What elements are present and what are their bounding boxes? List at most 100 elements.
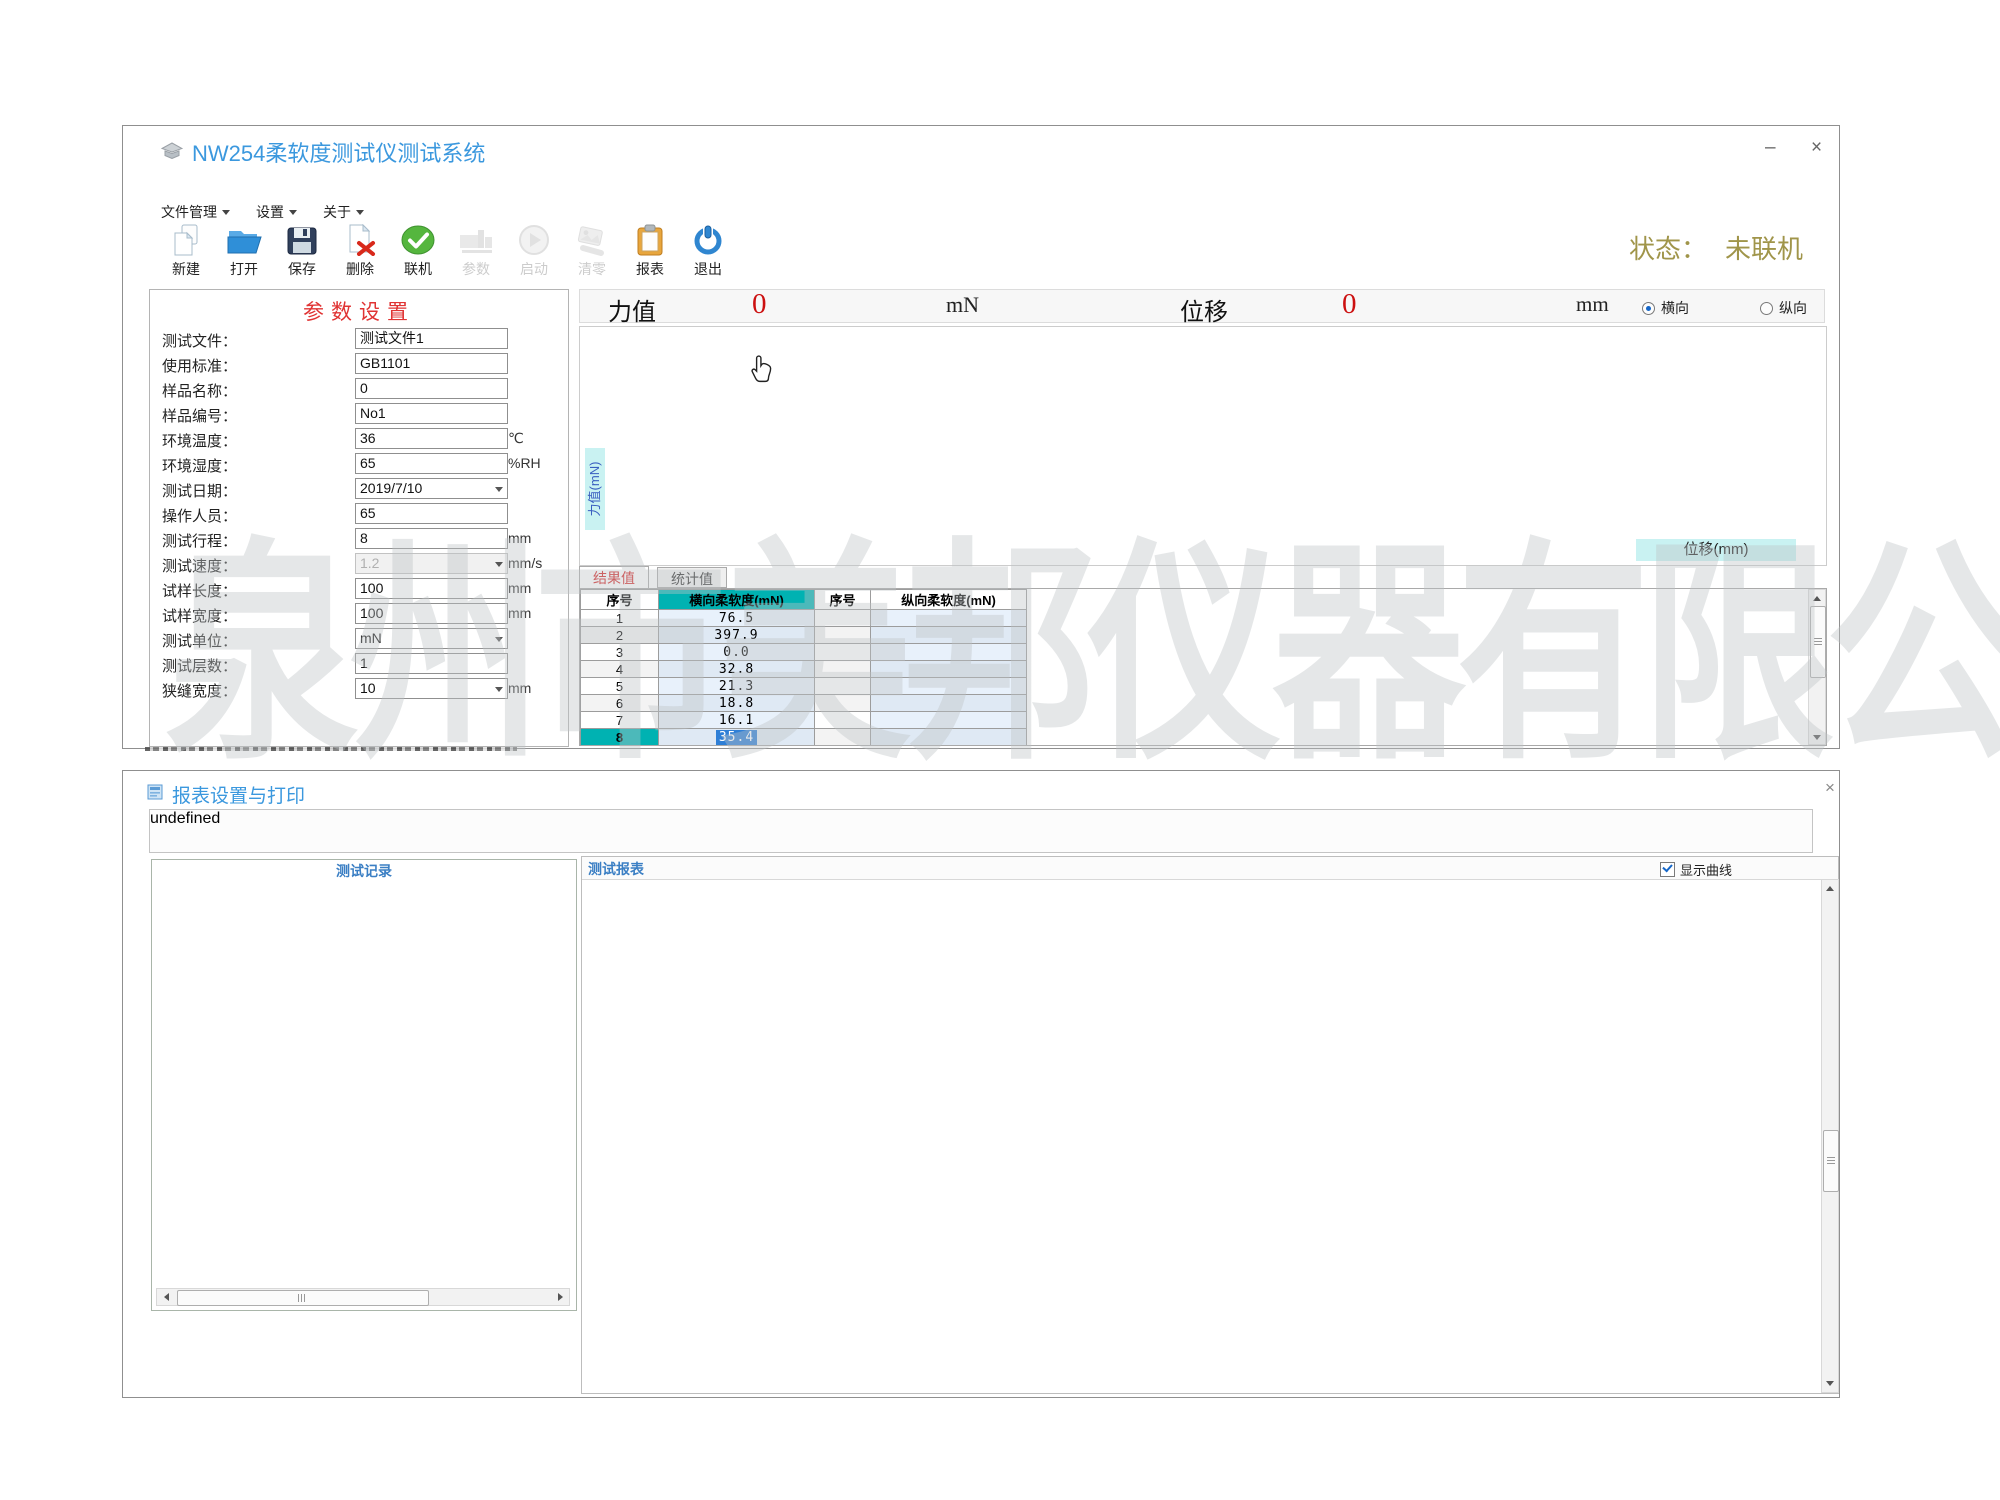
param-input-5[interactable]: 65 xyxy=(355,453,508,474)
toolbar-button-clear: 清零 xyxy=(563,224,621,279)
scrollbar-thumb[interactable] xyxy=(1810,606,1826,678)
param-input-4[interactable]: 36 xyxy=(355,428,508,449)
param-row: 测试文件： 测试文件1 xyxy=(150,326,568,351)
param-label: 狭缝宽度： xyxy=(162,683,238,700)
scroll-down-icon[interactable] xyxy=(1826,1380,1834,1386)
results-row[interactable]: 4 32.8 xyxy=(580,660,1027,678)
chevron-down-icon xyxy=(495,487,503,492)
toolbar-button-connect[interactable]: 联机 xyxy=(389,224,447,279)
param-row: 测试层数： 1 xyxy=(150,651,568,676)
results-row[interactable]: 2 397.9 xyxy=(580,626,1027,644)
results-row[interactable]: 932.2 xyxy=(581,746,1027,747)
results-scrollbar[interactable] xyxy=(1808,589,1826,745)
param-unit: mm xyxy=(508,580,532,596)
results-row[interactable]: 3 0.0 xyxy=(580,643,1027,661)
tab-results-label: 结果值 xyxy=(593,570,635,586)
status-value: 未联机 xyxy=(1724,235,1803,264)
param-input-8[interactable]: 8 xyxy=(355,528,508,549)
param-input-10[interactable]: 100 xyxy=(355,578,508,599)
param-row: 环境湿度： 65 %RH xyxy=(150,451,568,476)
param-input-11[interactable]: 100 xyxy=(355,603,508,624)
toolbar-button-label: 保存 xyxy=(288,261,316,277)
hscrollbar-thumb[interactable] xyxy=(177,1290,429,1306)
report-icon xyxy=(147,784,163,806)
results-header-row: 序号 横向柔软度(mN) 序号 纵向柔软度(mN) xyxy=(580,589,1027,610)
show-curve-label: 显示曲线 xyxy=(1680,863,1733,878)
radio-horizontal[interactable] xyxy=(1642,301,1655,315)
test-report-panel: 测试报表 显示曲线 xyxy=(581,856,1839,1394)
menu-file-management[interactable]: 文件管理 xyxy=(161,202,230,222)
menu-label: 关于 xyxy=(323,204,351,220)
param-unit: mm/s xyxy=(508,555,543,571)
param-select-6[interactable]: 2019/7/10 xyxy=(355,478,508,499)
col-header-vertical-softness: 纵向柔软度(mN) xyxy=(870,589,1027,610)
status-text: 状态： 未联机 xyxy=(1503,229,1803,266)
scroll-up-icon[interactable] xyxy=(1813,595,1821,601)
param-select-12[interactable]: mN xyxy=(355,628,508,649)
results-row[interactable]: 8 35.4 xyxy=(580,728,1027,745)
toolbar-button-delete-file[interactable]: 删除 xyxy=(331,224,389,279)
param-row: 使用标准： GB1101 xyxy=(150,351,568,376)
param-label: 样品名称： xyxy=(162,383,238,400)
save-icon xyxy=(286,224,318,256)
scroll-up-icon[interactable] xyxy=(1826,885,1834,891)
scroll-left-icon[interactable] xyxy=(163,1293,169,1301)
tab-statistics[interactable]: 统计值 xyxy=(657,567,727,588)
results-row[interactable]: 7 16.1 xyxy=(580,711,1027,729)
chart-x-axis-label: 位移(mm) xyxy=(1636,539,1796,561)
results-area: 序号 横向柔软度(mN) 序号 纵向柔软度(mN) 1 76.5 2 397.9 3 0.0 4 32… xyxy=(579,588,1827,746)
show-curve-checkbox[interactable] xyxy=(1660,861,1675,877)
force-displacement-chart[interactable]: 力值(mN) 位移(mm) xyxy=(579,326,1827,566)
start-icon xyxy=(517,224,551,256)
minimize-button[interactable]: – xyxy=(1765,138,1776,157)
results-row[interactable]: 6 18.8 xyxy=(580,694,1027,712)
new-file-icon xyxy=(169,224,203,256)
param-select-9[interactable]: 1.2 xyxy=(355,553,508,574)
toolbar-button-report[interactable]: 报表 xyxy=(621,224,679,279)
param-input-0[interactable]: 测试文件1 xyxy=(355,328,508,349)
toolbar-button-open-folder[interactable]: 打开 xyxy=(215,224,273,279)
param-input-1[interactable]: GB1101 xyxy=(355,353,508,374)
param-input-3[interactable]: No1 xyxy=(355,403,508,424)
radio-vertical[interactable] xyxy=(1760,301,1773,315)
main-window: NW254柔软度测试仪测试系统 – × 文件管理 设置 关于 新建 打开 保存 删除… xyxy=(122,125,1840,749)
force-unit: mN xyxy=(946,292,979,317)
col-header-horizontal-softness: 横向柔软度(mN) xyxy=(658,589,815,610)
report-scrollbar[interactable] xyxy=(1821,879,1839,1393)
param-select-14[interactable]: 10 xyxy=(355,678,508,699)
param-label: 操作人员： xyxy=(162,508,238,525)
param-row: 测试日期： 2019/7/10 xyxy=(150,476,568,501)
param-label: 测试文件： xyxy=(162,333,238,350)
param-label: 测试行程： xyxy=(162,533,238,550)
chevron-down-icon xyxy=(222,209,230,215)
scroll-down-icon[interactable] xyxy=(1813,734,1821,740)
menu-about[interactable]: 关于 xyxy=(323,202,364,222)
param-row: 样品编号： No1 xyxy=(150,401,568,426)
toolbar-button-save[interactable]: 保存 xyxy=(273,224,331,279)
col-header-index2: 序号 xyxy=(814,589,871,610)
param-row: 测试单位： mN xyxy=(150,626,568,651)
parameter-panel: 参数设置 测试文件： 测试文件1 使用标准： GB1101 样品名称： 0 样品… xyxy=(149,289,569,747)
param-input-2[interactable]: 0 xyxy=(355,378,508,399)
toolbar-button-params: 参数 xyxy=(447,224,505,279)
toolbar-button-exit[interactable]: 退出 xyxy=(679,224,737,279)
tab-results[interactable]: 结果值 xyxy=(579,566,649,588)
param-input-7[interactable]: 65 xyxy=(355,503,508,524)
report-chart-canvas xyxy=(582,1229,1822,1389)
radio-vertical-label: 纵向 xyxy=(1779,300,1807,316)
toolbar-button-label: 报表 xyxy=(636,261,664,277)
readout-bar: 力值 0 mN 位移 0 mm 横向 纵向 xyxy=(579,288,1825,326)
screen-artifact-strip xyxy=(145,747,517,751)
scrollbar-thumb[interactable] xyxy=(1823,1130,1839,1192)
records-hscrollbar[interactable] xyxy=(156,1288,570,1306)
results-row[interactable]: 5 21.3 xyxy=(580,677,1027,695)
close-icon[interactable]: × xyxy=(1825,779,1835,796)
menu-settings[interactable]: 设置 xyxy=(256,202,297,222)
scroll-right-icon[interactable] xyxy=(557,1293,563,1301)
results-row[interactable]: 1 76.5 xyxy=(580,609,1027,627)
param-input-13[interactable]: 1 xyxy=(355,653,508,674)
parameter-panel-title: 参数设置 xyxy=(303,301,415,324)
close-icon[interactable]: × xyxy=(1811,138,1822,157)
param-row: 试样宽度： 100 mm xyxy=(150,601,568,626)
toolbar-button-new-file[interactable]: 新建 xyxy=(157,224,215,279)
